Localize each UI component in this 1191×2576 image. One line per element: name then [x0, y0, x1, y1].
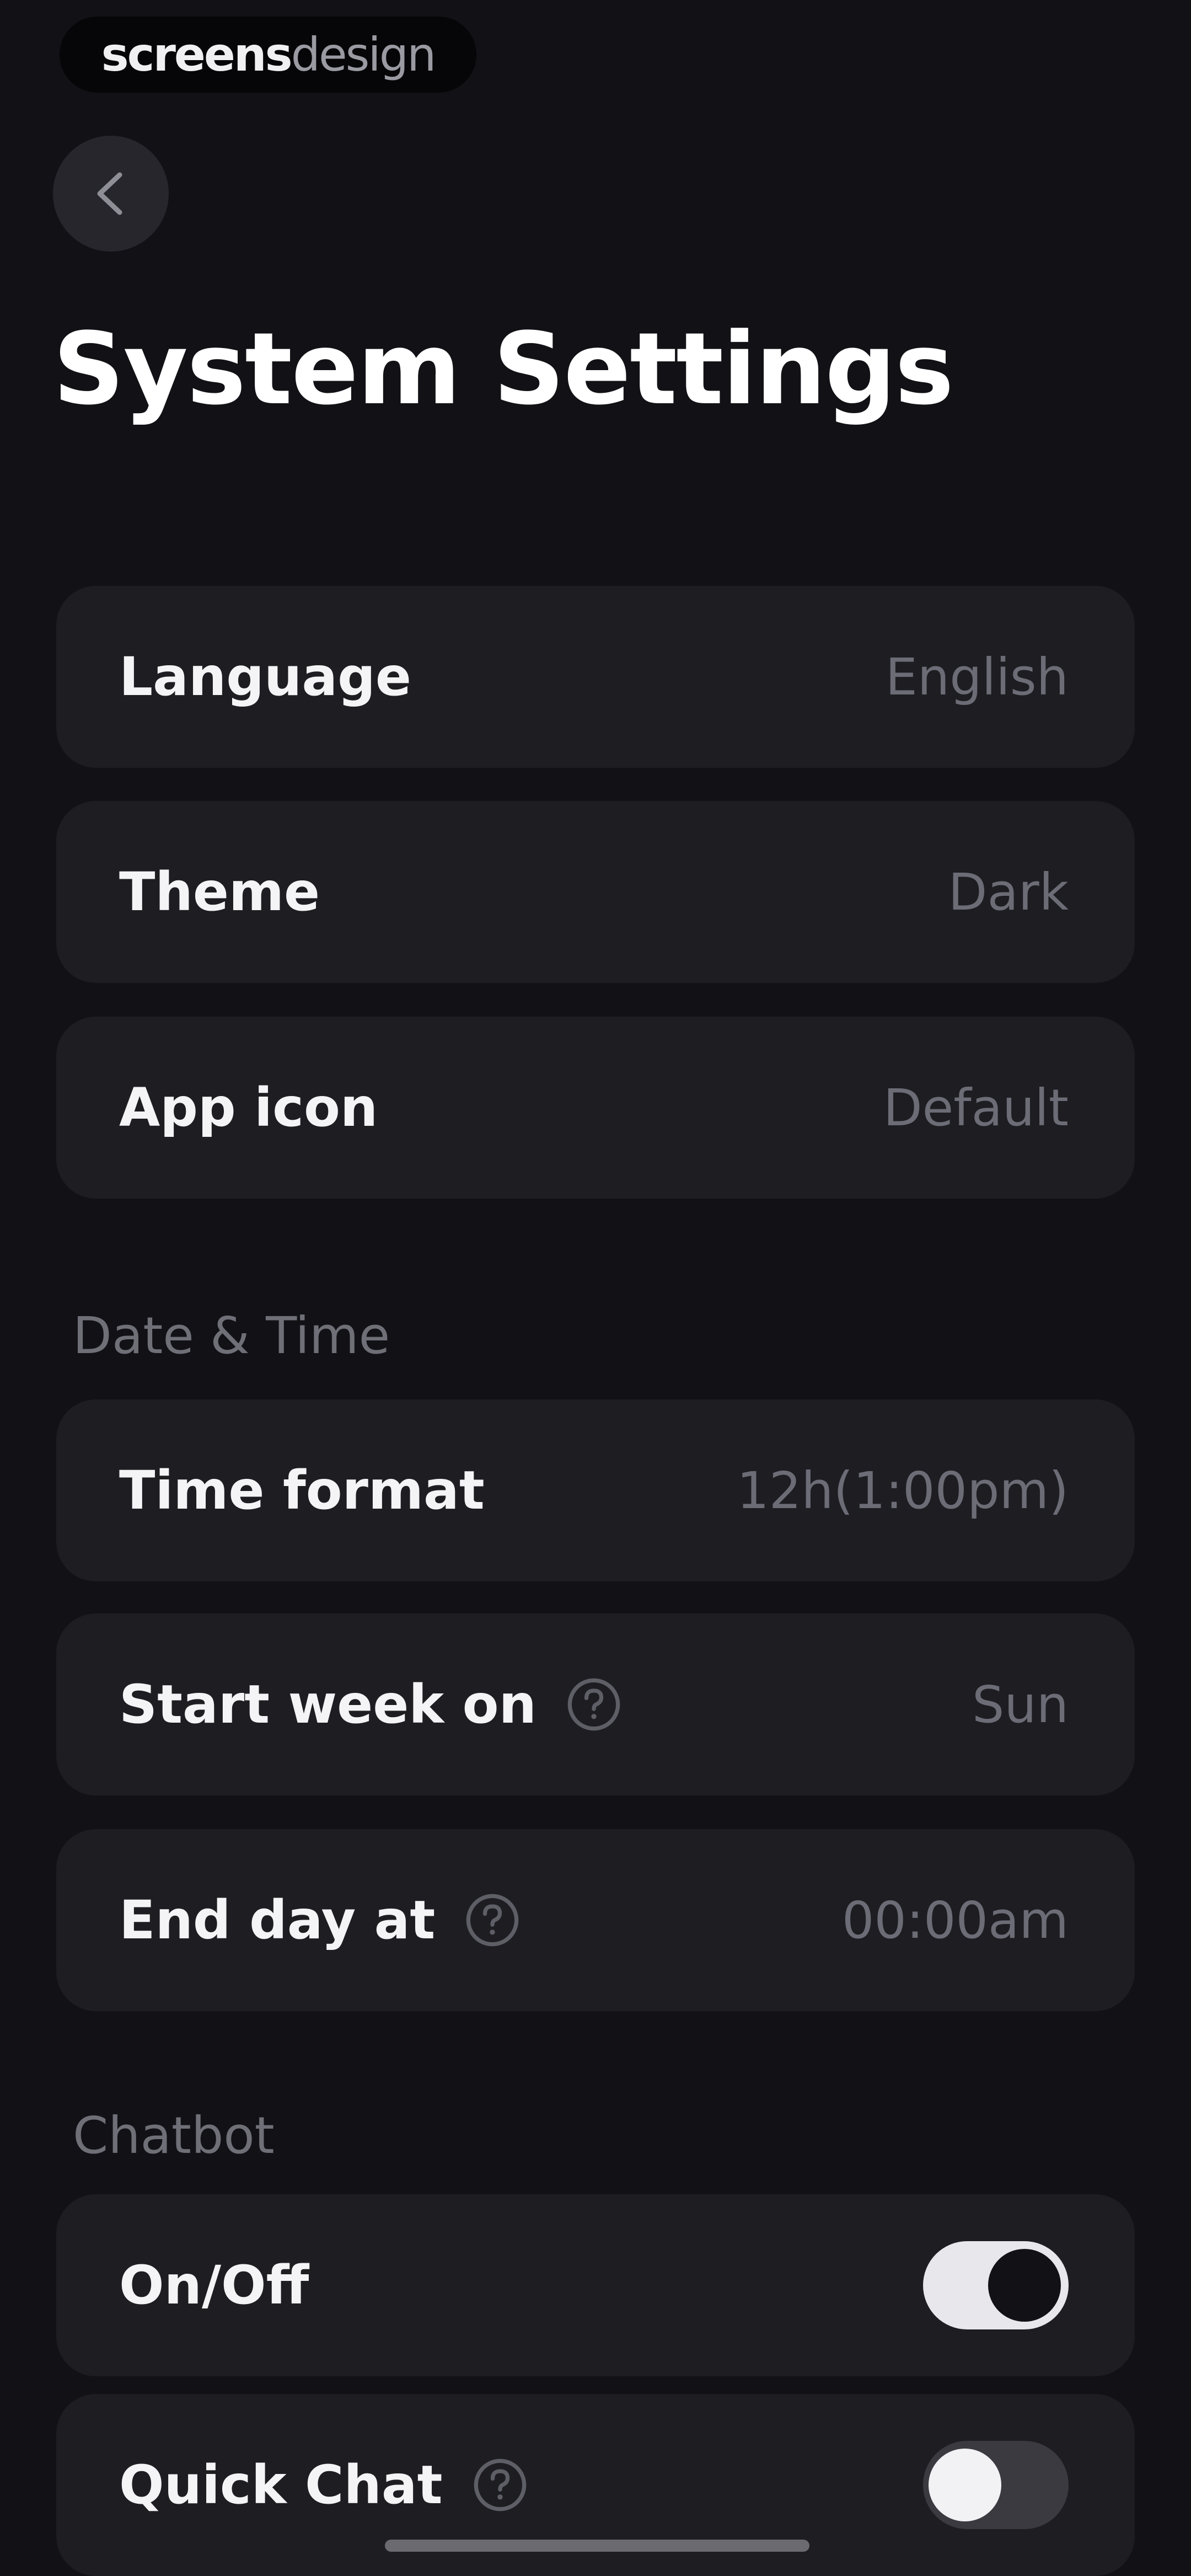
home-indicator: [385, 2540, 809, 2552]
end-day-row[interactable]: End day at 00:00am: [56, 1829, 1135, 2011]
app-icon-label: App icon: [119, 1077, 378, 1139]
app-icon-row[interactable]: App icon Default: [56, 1017, 1135, 1199]
end-day-label-group: End day at: [119, 1889, 521, 1951]
language-row[interactable]: Language English: [56, 586, 1135, 768]
start-week-label: Start week on: [119, 1674, 537, 1735]
chevron-left-icon: [97, 172, 122, 215]
watermark-part-1: screens: [101, 28, 293, 82]
start-week-row[interactable]: Start week on Sun: [56, 1613, 1135, 1795]
theme-label: Theme: [119, 861, 320, 923]
back-button[interactable]: [53, 136, 169, 252]
time-format-value: 12h(1:00pm): [737, 1461, 1069, 1520]
app-icon-value: Default: [883, 1078, 1069, 1137]
toggle-knob: [929, 2449, 1001, 2521]
quick-chat-label: Quick Chat: [119, 2454, 443, 2516]
chatbot-section-title: Chatbot: [73, 2106, 275, 2165]
watermark-part-2: design: [291, 28, 437, 82]
screensdesign-watermark: screens design: [60, 17, 476, 93]
page-title: System Settings: [53, 312, 954, 427]
chatbot-on-off-toggle[interactable]: [923, 2241, 1069, 2329]
time-format-row[interactable]: Time format 12h(1:00pm): [56, 1399, 1135, 1581]
language-value: English: [885, 647, 1069, 707]
time-format-label: Time format: [119, 1460, 485, 1521]
quick-chat-toggle[interactable]: [923, 2441, 1069, 2529]
end-day-value: 00:00am: [841, 1890, 1069, 1950]
question-circle-icon[interactable]: [464, 1891, 521, 1949]
theme-row[interactable]: Theme Dark: [56, 801, 1135, 983]
toggle-knob: [988, 2249, 1061, 2322]
question-circle-icon[interactable]: [565, 1676, 623, 1733]
language-label: Language: [119, 646, 411, 708]
quick-chat-label-group: Quick Chat: [119, 2454, 529, 2516]
theme-value: Dark: [948, 862, 1069, 922]
question-circle-icon[interactable]: [471, 2456, 529, 2514]
start-week-value: Sun: [972, 1675, 1069, 1734]
chatbot-on-off-label: On/Off: [119, 2254, 309, 2316]
chatbot-on-off-row: On/Off: [56, 2194, 1135, 2376]
start-week-label-group: Start week on: [119, 1674, 623, 1735]
date-time-section-title: Date & Time: [73, 1306, 390, 1365]
end-day-label: End day at: [119, 1889, 436, 1951]
